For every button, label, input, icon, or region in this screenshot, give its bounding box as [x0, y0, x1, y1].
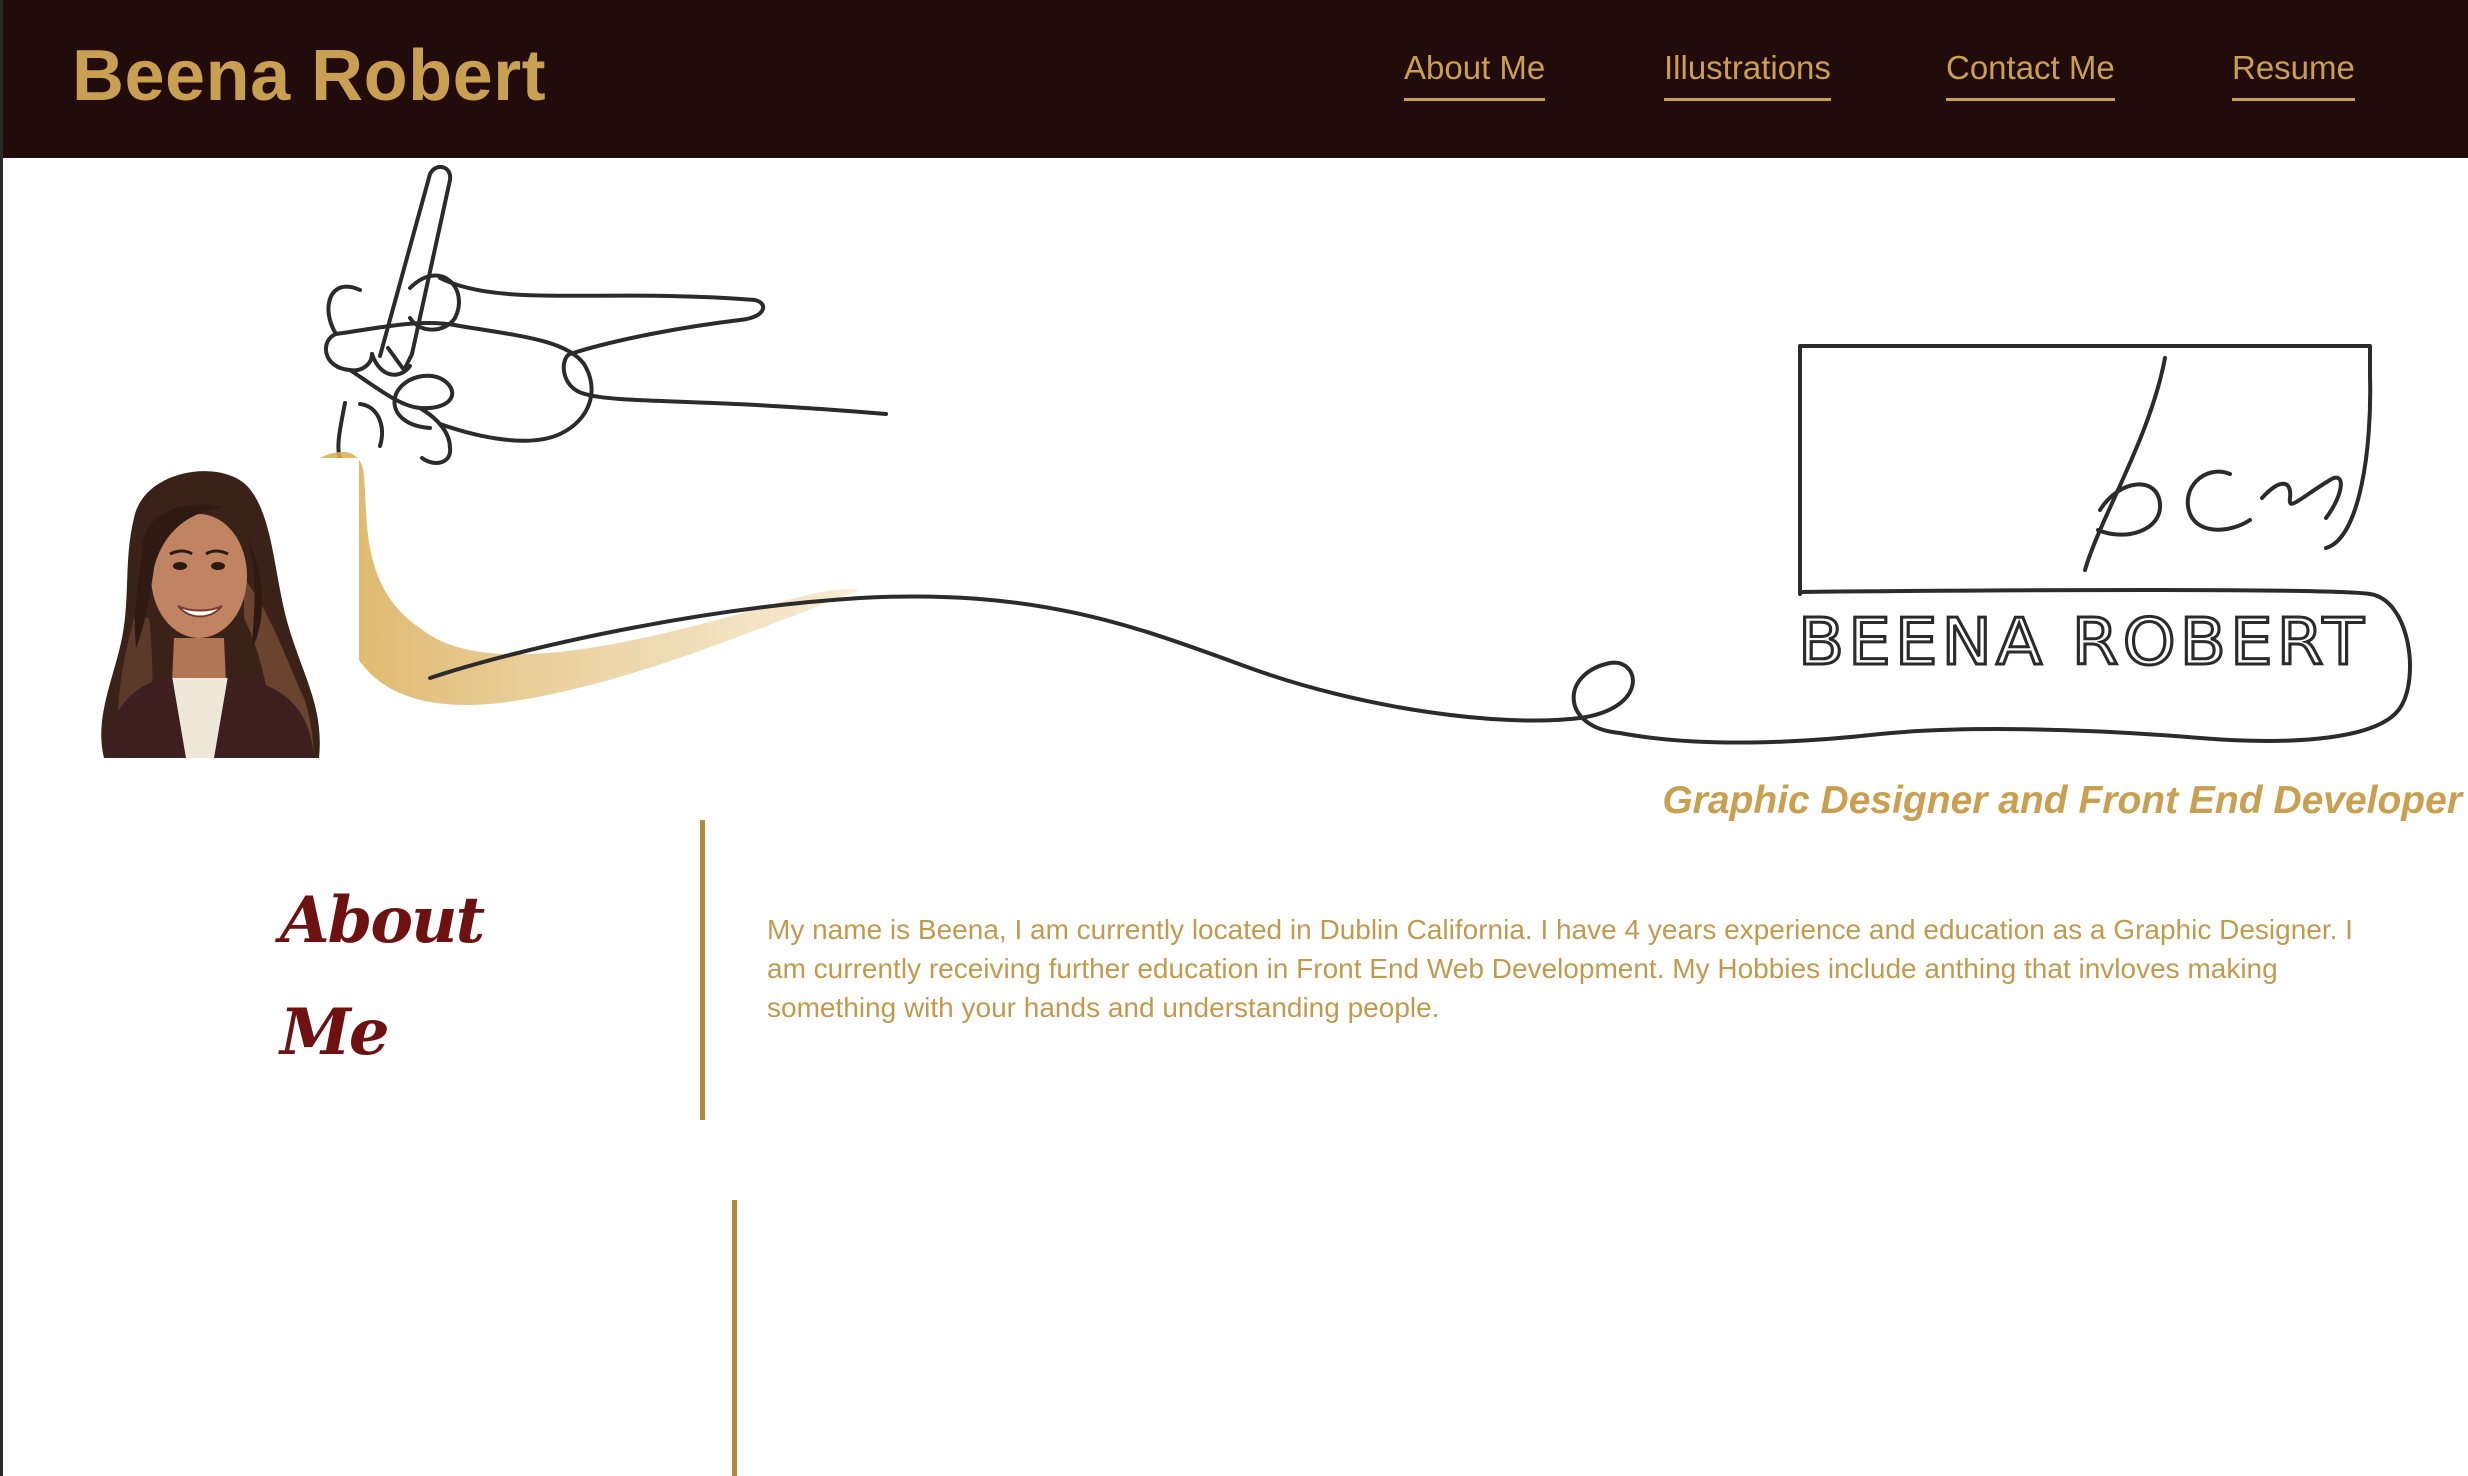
about-heading: About Me	[280, 883, 485, 1070]
page: Beena Robert About Me Illustrations Cont…	[0, 0, 2468, 1476]
logo-name-text: BEENA ROBERT	[1798, 606, 2368, 680]
bcr-logo-icon	[1798, 344, 2373, 596]
nav-resume[interactable]: Resume	[2232, 46, 2355, 101]
section-divider-lower	[732, 1200, 737, 1476]
about-paragraph: My name is Beena, I am currently located…	[767, 914, 2353, 1023]
section-divider	[700, 820, 705, 1120]
profile-photo	[74, 458, 359, 758]
nav-illustrations[interactable]: Illustrations	[1664, 46, 1831, 101]
hero-line-art: BEENA ROBERT	[320, 164, 2412, 745]
nav-contact-me[interactable]: Contact Me	[1946, 46, 2115, 101]
site-header: Beena Robert About Me Illustrations Cont…	[0, 0, 2468, 158]
gold-brush-stroke	[320, 451, 860, 705]
brand-name[interactable]: Beena Robert	[72, 36, 546, 116]
window-edge	[0, 0, 3, 1476]
tagline: Graphic Designer and Front End Developer	[1662, 779, 2462, 822]
hand-drawing-icon	[324, 164, 888, 465]
nav-about-me[interactable]: About Me	[1404, 46, 1546, 101]
